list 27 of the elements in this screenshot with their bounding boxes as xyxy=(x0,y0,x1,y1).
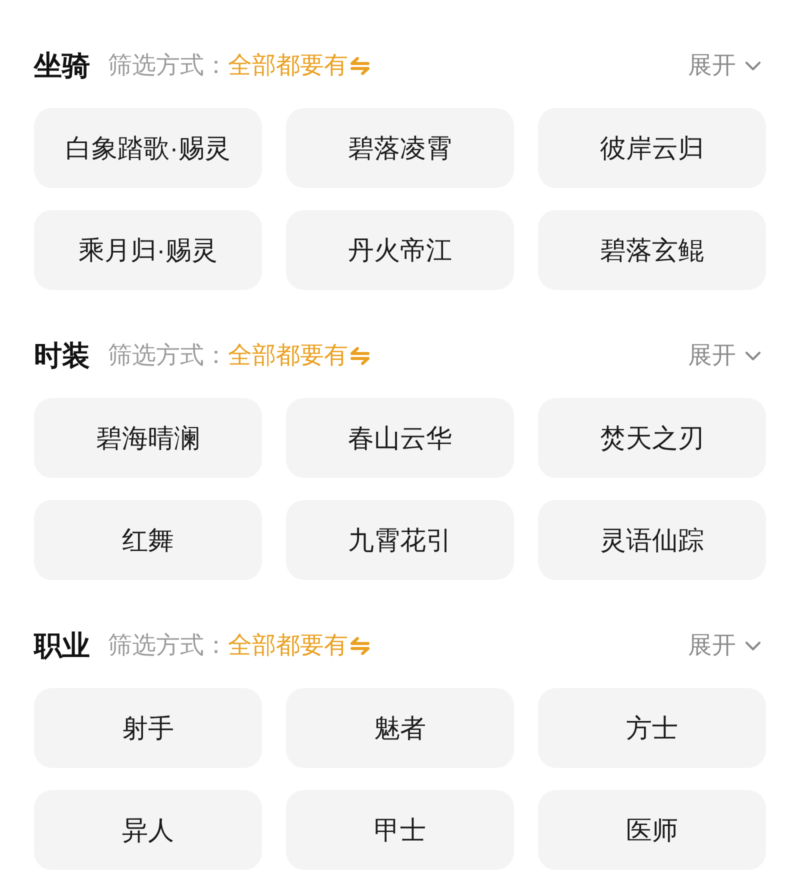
section-title: 坐骑 xyxy=(34,52,90,80)
option-chip[interactable]: 医师 xyxy=(538,790,766,870)
section-title: 时装 xyxy=(34,342,90,370)
option-chip[interactable]: 甲士 xyxy=(286,790,514,870)
option-chip[interactable]: 灵语仙踪 xyxy=(538,500,766,580)
option-chip[interactable]: 彼岸云归 xyxy=(538,108,766,188)
option-chip[interactable]: 碧落凌霄 xyxy=(286,108,514,188)
filter-label: 筛选方式： xyxy=(108,54,228,78)
option-chip[interactable]: 丹火帝江 xyxy=(286,210,514,290)
option-chip[interactable]: 魅者 xyxy=(286,688,514,768)
option-chip[interactable]: 碧海晴澜 xyxy=(34,398,262,478)
option-chip[interactable]: 白象踏歌·赐灵 xyxy=(34,108,262,188)
filter-label: 筛选方式： xyxy=(108,344,228,368)
swap-arrows-icon xyxy=(350,637,370,655)
option-chip[interactable]: 乘月归·赐灵 xyxy=(34,210,262,290)
option-chip[interactable]: 碧落玄鲲 xyxy=(538,210,766,290)
swap-arrows-icon xyxy=(350,57,370,75)
swap-arrows-icon xyxy=(350,347,370,365)
option-chip[interactable]: 焚天之刃 xyxy=(538,398,766,478)
section-title: 职业 xyxy=(34,632,90,660)
option-chip[interactable]: 射手 xyxy=(34,688,262,768)
filter-label: 筛选方式： xyxy=(108,634,228,658)
option-chip[interactable]: 春山云华 xyxy=(286,398,514,478)
option-chip[interactable]: 方士 xyxy=(538,688,766,768)
option-chip[interactable]: 九霄花引 xyxy=(286,500,514,580)
option-chip[interactable]: 红舞 xyxy=(34,500,262,580)
option-chip[interactable]: 异人 xyxy=(34,790,262,870)
